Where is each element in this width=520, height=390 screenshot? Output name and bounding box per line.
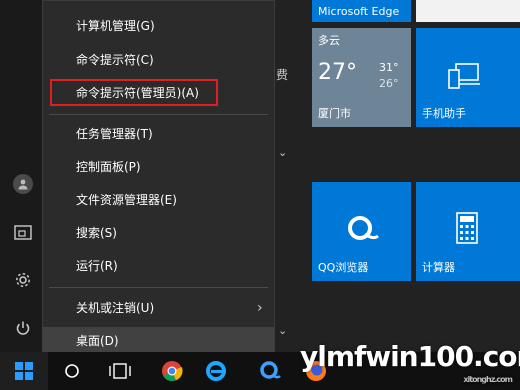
- qq-browser-label: QQ浏览器: [318, 261, 369, 274]
- highlight-annotation-box: [50, 79, 218, 106]
- qq-browser-icon: [260, 361, 281, 379]
- chrome-taskbar-button[interactable]: [152, 352, 192, 390]
- phone-companion-label: 手机助手: [422, 107, 466, 120]
- menu-item-run[interactable]: 运行(R): [43, 252, 274, 280]
- task-view-icon: [109, 363, 131, 379]
- start-left-rail: [0, 0, 46, 352]
- power-icon: [16, 321, 30, 335]
- menu-item-desktop[interactable]: 桌面(D): [43, 327, 274, 355]
- internet-explorer-icon: [206, 361, 226, 381]
- menu-item-search[interactable]: 搜索(S): [43, 219, 274, 247]
- weather-low: 26°: [379, 77, 399, 90]
- qq-browser-icon: [348, 216, 379, 240]
- site-watermark: ylmfwin100.com xitonghz.com: [300, 340, 520, 390]
- edge-tile-label: Microsoft Edge: [318, 5, 400, 18]
- menu-item-computer-management[interactable]: 计算机管理(G): [43, 12, 274, 40]
- qq-browser-tile[interactable]: QQ浏览器: [312, 182, 411, 281]
- task-view-button[interactable]: [100, 352, 140, 390]
- menu-item-control-panel[interactable]: 控制面板(P): [43, 153, 274, 181]
- blank-tile[interactable]: [416, 0, 520, 22]
- calculator-label: 计算器: [422, 261, 455, 274]
- weather-high: 31°: [379, 61, 399, 74]
- file-explorer-icon: [14, 225, 32, 240]
- phone-laptop-icon: [448, 63, 480, 89]
- menu-item-command-prompt[interactable]: 命令提示符(C): [43, 46, 274, 74]
- menu-item-shutdown-signout[interactable]: 关机或注销(U): [43, 294, 274, 322]
- weather-temperature: 27°: [318, 60, 357, 85]
- phone-companion-tile[interactable]: 手机助手: [416, 28, 520, 127]
- menu-item-file-explorer[interactable]: 文件资源管理器(E): [43, 186, 274, 214]
- watermark-subtext: xitonghz.com: [463, 375, 513, 384]
- edge-tile[interactable]: Microsoft Edge: [312, 0, 411, 22]
- ie-taskbar-button[interactable]: [196, 352, 236, 390]
- user-account-button[interactable]: [0, 164, 46, 204]
- partial-group-title: 费: [276, 68, 289, 82]
- cortana-icon: [65, 364, 79, 378]
- settings-button[interactable]: [0, 260, 46, 300]
- file-explorer-button[interactable]: [0, 212, 46, 252]
- weather-city: 厦门市: [318, 107, 351, 120]
- weather-condition: 多云: [318, 34, 340, 47]
- user-icon: [13, 174, 33, 194]
- power-button[interactable]: [0, 308, 46, 348]
- submenu-arrow-icon: ›: [257, 300, 263, 316]
- start-button[interactable]: [0, 352, 48, 390]
- watermark-text: ylmfwin100.com: [300, 340, 520, 373]
- weather-tile[interactable]: 多云 27° 31° 26° 厦门市: [312, 28, 411, 127]
- menu-item-task-manager[interactable]: 任务管理器(T): [43, 120, 274, 148]
- cortana-button[interactable]: [52, 352, 92, 390]
- calculator-tile[interactable]: 计算器: [416, 182, 520, 281]
- menu-separator: [49, 287, 268, 288]
- menu-separator: [49, 114, 268, 115]
- chrome-icon: [162, 361, 183, 382]
- chevron-down-icon[interactable]: ⌄: [278, 146, 287, 159]
- winx-context-menu: 计算机管理(G) 命令提示符(C) 命令提示符(管理员)(A) 任务管理器(T)…: [42, 0, 275, 356]
- qq-browser-taskbar-button[interactable]: [250, 352, 290, 390]
- windows-logo-icon: [15, 362, 33, 380]
- chevron-down-icon[interactable]: ⌄: [278, 324, 287, 337]
- gear-icon: [16, 273, 30, 287]
- calculator-icon: [456, 212, 478, 244]
